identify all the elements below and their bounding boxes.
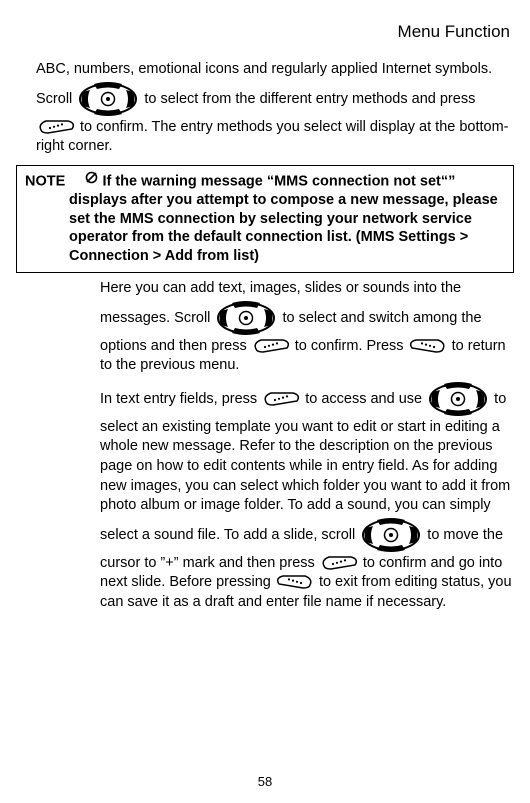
confirm-button-icon (36, 119, 76, 135)
return-button-icon (275, 574, 315, 590)
note-box: NOTE If the warning message “MMS connect… (16, 165, 514, 273)
page-header: Menu Function (16, 22, 514, 42)
confirm-button-icon (251, 338, 291, 354)
dpad-icon (359, 516, 423, 554)
dpad-icon (76, 80, 140, 118)
text: to confirm. The entry methods you select… (36, 119, 509, 155)
text: to access and use (305, 391, 426, 407)
paragraph-intro: ABC, numbers, emotional icons and regula… (36, 60, 514, 157)
header-title: Menu Function (398, 22, 510, 41)
empty-set-icon (85, 171, 98, 190)
paragraph-body-2: In text entry fields, press to access an… (100, 380, 514, 613)
page-number: 58 (0, 774, 530, 789)
return-button-icon (408, 338, 448, 354)
text: to select from the different entry metho… (144, 90, 475, 106)
note-body-first: If the warning message “MMS connection n… (102, 173, 455, 189)
confirm-button-icon (319, 555, 359, 571)
text: to confirm. Press (295, 338, 408, 354)
confirm-button-icon (261, 391, 301, 407)
text: In text entry fields, press (100, 391, 261, 407)
dpad-icon (426, 380, 490, 418)
note-body-rest: displays after you attempt to compose a … (25, 191, 505, 266)
note-label: NOTE (25, 173, 65, 189)
paragraph-body-1: Here you can add text, images, slides or… (100, 279, 514, 376)
dpad-icon (214, 299, 278, 337)
